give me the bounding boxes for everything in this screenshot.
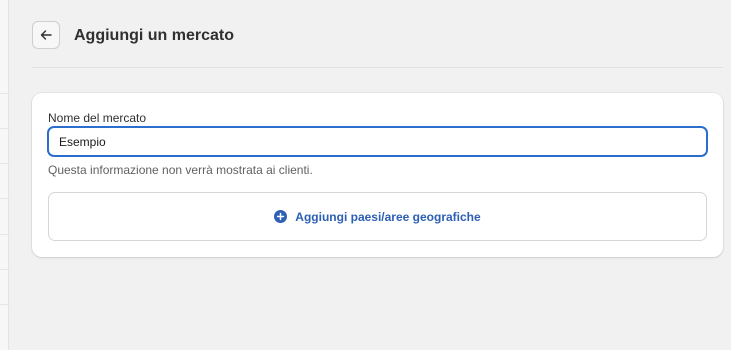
page-header: Aggiungi un mercato — [32, 21, 723, 68]
add-regions-section: Aggiungi paesi/aree geografiche — [48, 192, 707, 241]
sidebar-divider — [0, 128, 9, 129]
page-title: Aggiungi un mercato — [74, 27, 234, 44]
page: Aggiungi un mercato Nome del mercato Que… — [0, 0, 731, 350]
sidebar-divider — [0, 93, 9, 94]
left-sidebar-edge — [0, 0, 9, 350]
sidebar-divider — [0, 304, 9, 305]
arrow-left-icon — [40, 30, 52, 40]
sidebar-divider — [0, 163, 9, 164]
add-regions-label: Aggiungi paesi/aree geografiche — [295, 209, 481, 224]
market-name-label: Nome del mercato — [48, 111, 147, 125]
sidebar-divider — [0, 269, 9, 270]
back-button[interactable] — [32, 21, 60, 49]
market-name-help-text: Questa informazione non verrà mostrata a… — [48, 163, 313, 177]
market-form-card: Nome del mercato Questa informazione non… — [32, 93, 723, 257]
sidebar-divider — [0, 198, 9, 199]
sidebar-divider — [0, 234, 9, 235]
plus-circle-icon — [274, 210, 288, 223]
market-name-input[interactable] — [47, 126, 708, 157]
add-regions-button[interactable]: Aggiungi paesi/aree geografiche — [49, 193, 706, 240]
